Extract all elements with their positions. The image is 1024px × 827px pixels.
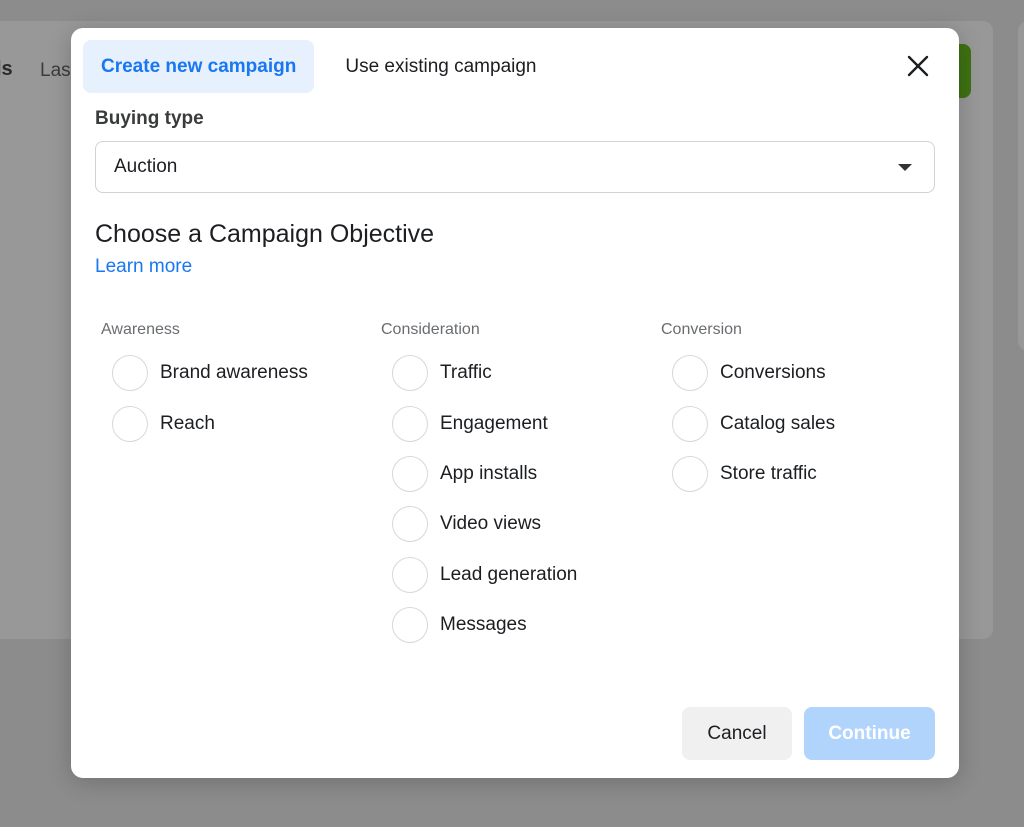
option-label: App installs [440, 462, 538, 484]
objective-option-engagement[interactable]: Engagement [392, 398, 577, 448]
background-subtitle: Las [40, 60, 71, 81]
objective-option-video-views[interactable]: Video views [392, 499, 577, 549]
tab-create-new-campaign[interactable]: Create new campaign [83, 40, 315, 93]
buying-type-select[interactable]: Auction [95, 141, 935, 193]
option-label: Messages [440, 614, 527, 636]
option-label: Video views [440, 513, 542, 535]
campaign-tabs: Create new campaign Use existing campaig… [83, 40, 555, 93]
option-label: Traffic [440, 362, 492, 384]
learn-more-link[interactable]: Learn more [95, 256, 192, 278]
create-campaign-dialog: Create new campaign Use existing campaig… [71, 28, 959, 778]
option-label: Lead generation [440, 563, 578, 585]
objective-option-traffic[interactable]: Traffic [392, 348, 577, 398]
objective-heading: Choose a Campaign Objective [95, 220, 435, 248]
close-button[interactable] [905, 53, 931, 79]
cancel-button[interactable]: Cancel [682, 707, 792, 760]
radio-button[interactable] [392, 556, 428, 593]
objective-option-app-installs[interactable]: App installs [392, 449, 577, 499]
objective-option-catalog-sales[interactable]: Catalog sales [672, 398, 835, 448]
radio-button[interactable] [112, 355, 148, 392]
option-label: Catalog sales [720, 412, 836, 434]
radio-button[interactable] [672, 355, 708, 392]
buying-type-value: Auction [114, 156, 178, 177]
radio-button[interactable] [392, 607, 428, 644]
radio-button[interactable] [392, 455, 428, 492]
column-label: Conversion [661, 321, 742, 338]
option-label: Engagement [440, 412, 548, 434]
option-label: Reach [160, 412, 215, 434]
background-page-title: ls [0, 58, 13, 80]
objective-column-conversion: Conversion Conversions Catalog sales Sto… [655, 320, 835, 499]
column-label: Consideration [381, 321, 480, 338]
tab-use-existing-campaign[interactable]: Use existing campaign [327, 40, 554, 93]
option-label: Store traffic [720, 462, 817, 484]
objective-option-store-traffic[interactable]: Store traffic [672, 449, 835, 499]
radio-button[interactable] [672, 455, 708, 492]
radio-button[interactable] [112, 405, 148, 442]
radio-button[interactable] [392, 355, 428, 392]
objective-option-conversions[interactable]: Conversions [672, 348, 835, 398]
objective-option-reach[interactable]: Reach [112, 398, 308, 448]
radio-button[interactable] [392, 506, 428, 543]
objective-column-awareness: Awareness Brand awareness Reach [95, 320, 308, 449]
objective-option-messages[interactable]: Messages [392, 600, 577, 650]
objective-option-lead-generation[interactable]: Lead generation [392, 550, 577, 600]
continue-button[interactable]: Continue [804, 707, 935, 760]
option-label: Brand awareness [160, 362, 308, 384]
option-label: Conversions [720, 362, 826, 384]
radio-button[interactable] [672, 405, 708, 442]
buying-type-label: Buying type [95, 108, 204, 129]
caret-down-icon [898, 164, 912, 171]
radio-button[interactable] [392, 405, 428, 442]
close-icon [907, 55, 929, 77]
column-label: Awareness [101, 321, 180, 338]
background-side-panel [1018, 21, 1024, 351]
objective-column-consideration: Consideration Traffic Engagement App ins… [375, 320, 577, 650]
objective-option-brand-awareness[interactable]: Brand awareness [112, 348, 308, 398]
